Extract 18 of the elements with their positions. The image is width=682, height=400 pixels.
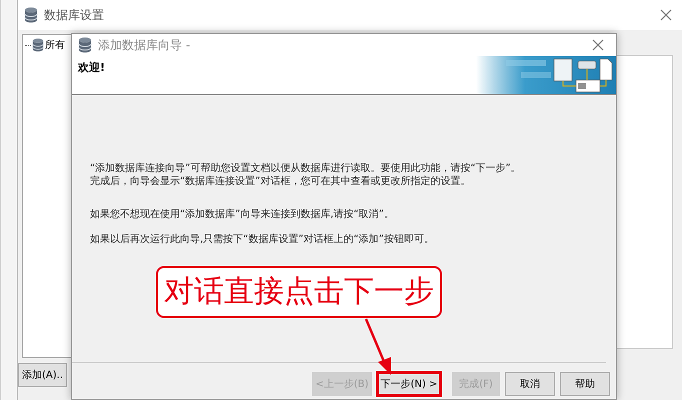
arrow [364, 318, 394, 376]
paragraph: 如果您不想现在使用“添加数据库”向导来连接到数据库,请按“取消”。 [90, 208, 395, 221]
database-icon [78, 37, 92, 53]
close-icon[interactable] [660, 9, 672, 21]
annotation-callout: 对话直接点击下一步 [156, 266, 442, 318]
cancel-button[interactable]: 取消 [505, 372, 555, 396]
add-button[interactable]: 添加(A).. [18, 363, 68, 387]
help-button[interactable]: 帮助 [560, 372, 610, 396]
close-icon[interactable] [592, 39, 604, 51]
paragraph: “添加数据库连接向导”可帮助您设置文档以便从数据库进行读取。要使用此功能，请按“下一步”。完成后，向导会显示“数据库连接设置”对话框，您可在其中查看或更改所指定的设置。 [90, 162, 522, 188]
tree-item[interactable]: 所有 [45, 38, 65, 52]
window-title: 数据库设置 [44, 6, 105, 24]
page-heading: 欢迎! [76, 60, 106, 75]
database-icon [32, 38, 44, 52]
paragraph: 如果以后再次运行此向导,只需按下“数据库设置”对话框上的“添加”按钮即可。 [90, 233, 435, 246]
window-title: 添加数据库向导 - [98, 36, 192, 54]
database-icon [24, 7, 38, 23]
next-button[interactable]: 下一步(N) > [377, 372, 441, 396]
